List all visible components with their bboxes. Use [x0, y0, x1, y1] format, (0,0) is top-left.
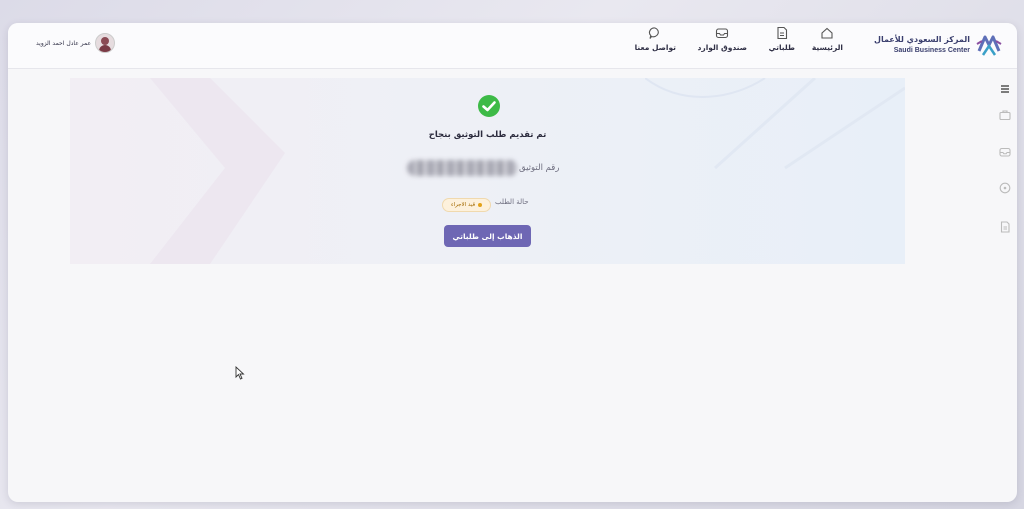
reference-number-redacted [407, 160, 518, 176]
check-circle-icon [478, 95, 500, 117]
nav-my-requests-label: طلباتي [768, 43, 795, 52]
inbox-icon [716, 28, 729, 39]
home-icon [821, 27, 833, 39]
circle-icon[interactable] [998, 181, 1012, 195]
user-name: عمر عادل احمد الزويد [36, 39, 92, 47]
nav-contact-us[interactable]: تواصل معنا [635, 26, 676, 52]
logo-arabic: المركز السعودي للأعمال [874, 35, 970, 44]
success-banner: تم تقديم طلب التوثيق بنجاح رقم التوثيق ح… [70, 78, 905, 264]
document-icon [777, 26, 787, 40]
saudi-business-center-logo-icon [976, 35, 1002, 56]
status-badge: قيد الاجراء [442, 198, 492, 212]
decorative-curves [645, 78, 905, 170]
inbox-icon[interactable] [998, 145, 1012, 159]
avatar[interactable] [95, 33, 116, 53]
nav-home[interactable]: الرئيسية [812, 26, 843, 52]
nav-home-label: الرئيسية [811, 43, 843, 52]
avatar-head [101, 37, 110, 45]
mouse-pointer-icon [235, 366, 245, 380]
status-label: حالة الطلب [495, 198, 529, 206]
top-header: المركز السعودي للأعمال Saudi Business Ce… [8, 23, 1017, 69]
success-title: تم تقديم طلب التوثيق بنجاح [428, 130, 547, 140]
nav-contact-us-label: تواصل معنا [634, 43, 676, 52]
reference-label: رقم التوثيق [519, 163, 560, 173]
chat-icon [649, 27, 660, 39]
app-window: المركز السعودي للأعمال Saudi Business Ce… [8, 23, 1017, 502]
decorative-chevron [150, 78, 285, 264]
briefcase-icon[interactable] [998, 108, 1012, 122]
logo-text: المركز السعودي للأعمال Saudi Business Ce… [874, 34, 970, 56]
status-dot-icon [478, 203, 483, 207]
nav-inbox[interactable]: صندوق الوارد [698, 26, 747, 52]
user-profile[interactable]: عمر عادل احمد الزويد [36, 33, 116, 53]
nav-my-requests[interactable]: طلباتي [769, 26, 795, 52]
go-to-my-requests-button[interactable]: الذهاب إلى طلباتي [444, 225, 531, 247]
logo[interactable]: المركز السعودي للأعمال Saudi Business Ce… [874, 28, 1003, 62]
menu-icon[interactable] [998, 82, 1012, 96]
document-icon[interactable] [998, 220, 1012, 234]
side-rail [995, 68, 1017, 502]
avatar-body [99, 45, 112, 52]
nav-inbox-label: صندوق الوارد [697, 43, 747, 52]
status-value: قيد الاجراء [451, 202, 476, 208]
logo-english: Saudi Business Center [893, 47, 970, 54]
